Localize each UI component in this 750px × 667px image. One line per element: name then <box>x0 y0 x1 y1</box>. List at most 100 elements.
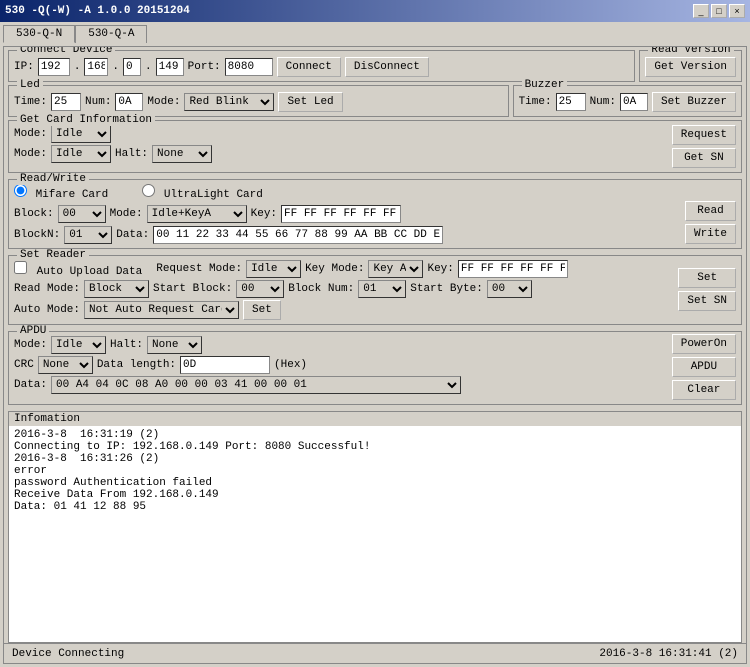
mifare-radio[interactable] <box>14 184 27 197</box>
connect-device-section: Connect Device IP: . . . Port: Connect D <box>8 50 635 82</box>
card-halt-label: Halt: <box>115 148 148 160</box>
request-mode-select[interactable]: IdleAuto <box>246 260 301 278</box>
write-button[interactable]: Write <box>685 224 736 244</box>
auto-upload-label: Auto Upload Data <box>14 261 142 278</box>
port-label: Port: <box>188 61 221 73</box>
buzzer-time-input[interactable] <box>556 93 586 111</box>
set-reader-set-button[interactable]: Set <box>678 268 736 288</box>
led-mode-label: Mode: <box>147 96 180 108</box>
clear-button[interactable]: Clear <box>672 380 736 400</box>
info-section: Infomation 2016-3-8 16:31:19 (2) Connect… <box>8 411 742 643</box>
card-halt-select[interactable]: NoneHalt <box>152 145 212 163</box>
apdu-title: APDU <box>17 325 49 337</box>
ultralight-radio[interactable] <box>142 184 155 197</box>
set-reader-key-label: Key: <box>427 263 453 275</box>
info-content: 2016-3-8 16:31:19 (2) Connecting to IP: … <box>9 426 741 642</box>
main-panel: Connect Device IP: . . . Port: Connect D <box>3 46 747 664</box>
auto-upload-checkbox[interactable] <box>14 261 27 274</box>
buzzer-section: Buzzer Time: Num: Set Buzzer <box>513 85 742 117</box>
connect-device-title: Connect Device <box>17 47 115 56</box>
apdu-halt-select[interactable]: NoneHalt <box>147 336 202 354</box>
led-num-input[interactable] <box>115 93 143 111</box>
buzzer-num-input[interactable] <box>620 93 648 111</box>
start-block-label: Start Block: <box>153 283 232 295</box>
hex-label: (Hex) <box>274 359 307 371</box>
connect-button[interactable]: Connect <box>277 57 341 77</box>
mifare-label: Mifare Card <box>36 189 109 201</box>
led-mode-select[interactable]: Red Blink Green Blink Off <box>184 93 274 111</box>
apdu-mode-label: Mode: <box>14 339 47 351</box>
key-mode-select[interactable]: Key AKey B <box>368 260 423 278</box>
ip-octet4[interactable] <box>156 58 184 76</box>
disconnect-button[interactable]: DisConnect <box>345 57 429 77</box>
rw-blockn-label: BlockN: <box>14 229 60 241</box>
get-version-button[interactable]: Get Version <box>645 57 736 77</box>
apdu-data-select[interactable]: 00 A4 04 0C 08 A0 00 00 03 41 00 00 01 <box>51 376 461 394</box>
get-card-section: Get Card Information Mode: IdleRequestAu… <box>8 120 742 173</box>
auto-mode-label: Auto Mode: <box>14 304 80 316</box>
rw-blockn-select[interactable]: 010203 <box>64 226 112 244</box>
set-reader-section: Set Reader Auto Upload Data Request Mode… <box>8 255 742 325</box>
crc-select[interactable]: NoneCRC <box>38 356 93 374</box>
rw-key-input[interactable] <box>281 205 401 223</box>
set-buzzer-button[interactable]: Set Buzzer <box>652 92 736 112</box>
ip-octet2[interactable] <box>84 58 108 76</box>
card-mode2-select[interactable]: IdleRequestAuto <box>51 145 111 163</box>
read-button[interactable]: Read <box>685 201 736 221</box>
inner-sections: Connect Device IP: . . . Port: Connect D <box>4 47 746 643</box>
read-write-title: Read/Write <box>17 173 89 185</box>
ultralight-radio-label: UltraLight Card <box>142 184 263 201</box>
ip-octet3[interactable] <box>123 58 141 76</box>
status-left: Device Connecting <box>12 648 124 660</box>
start-byte-select[interactable]: 00 <box>487 280 532 298</box>
auto-upload-text: Auto Upload Data <box>37 266 143 278</box>
card-mode1-select[interactable]: IdleRequestAuto <box>51 125 111 143</box>
auto-mode-set-button[interactable]: Set <box>243 300 281 320</box>
request-button[interactable]: Request <box>672 125 736 145</box>
set-led-button[interactable]: Set Led <box>278 92 342 112</box>
read-mode-select[interactable]: BlockSector <box>84 280 149 298</box>
block-num-select[interactable]: 0102 <box>358 280 406 298</box>
ip-dot2: . <box>112 61 119 73</box>
read-version-title: Read Version <box>648 47 733 56</box>
led-time-input[interactable] <box>51 93 81 111</box>
led-section: Led Time: Num: Mode: Red Blink Green Bli… <box>8 85 509 117</box>
minimize-button[interactable]: _ <box>693 4 709 18</box>
ip-octet1[interactable] <box>38 58 70 76</box>
apdu-button[interactable]: APDU <box>672 357 736 377</box>
ip-dot1: . <box>74 61 81 73</box>
port-input[interactable] <box>225 58 273 76</box>
set-sn-button[interactable]: Set SN <box>678 291 736 311</box>
ip-label: IP: <box>14 61 34 73</box>
read-mode-label: Read Mode: <box>14 283 80 295</box>
start-block-select[interactable]: 0001 <box>236 280 284 298</box>
buzzer-time-label: Time: <box>519 96 552 108</box>
power-on-button[interactable]: PowerOn <box>672 334 736 354</box>
tab-530-q-n[interactable]: 530-Q-N <box>3 25 75 43</box>
block-num-label: Block Num: <box>288 283 354 295</box>
data-length-input[interactable] <box>180 356 270 374</box>
rw-mode-select[interactable]: Idle+KeyAIdle+KeyBAuto+KeyA <box>147 205 247 223</box>
buzzer-title: Buzzer <box>522 79 568 91</box>
rw-data-input[interactable] <box>153 226 443 244</box>
led-num-label: Num: <box>85 96 111 108</box>
maximize-button[interactable]: □ <box>711 4 727 18</box>
window-controls: _ □ × <box>693 4 745 18</box>
info-title: Infomation <box>9 412 741 426</box>
request-mode-label: Request Mode: <box>156 263 242 275</box>
read-version-section: Read Version Get Version <box>639 50 742 82</box>
window-title: 530 -Q(-W) -A 1.0.0 20151204 <box>5 5 190 17</box>
set-reader-title: Set Reader <box>17 249 89 261</box>
tab-bar: 530-Q-N 530-Q-A <box>3 25 747 43</box>
rw-block-select[interactable]: 000102 <box>58 205 106 223</box>
apdu-mode-select[interactable]: IdleAuto <box>51 336 106 354</box>
apdu-data-label: Data: <box>14 379 47 391</box>
close-button[interactable]: × <box>729 4 745 18</box>
get-sn-button[interactable]: Get SN <box>672 148 736 168</box>
auto-mode-select[interactable]: Not Auto Request CardAuto Request Card <box>84 301 239 319</box>
tab-530-q-a[interactable]: 530-Q-A <box>75 25 147 43</box>
set-reader-key-input[interactable] <box>458 260 568 278</box>
apdu-section: APDU Mode: IdleAuto Halt: NoneHalt <box>8 331 742 405</box>
title-bar: 530 -Q(-W) -A 1.0.0 20151204 _ □ × <box>0 0 750 22</box>
start-byte-label: Start Byte: <box>410 283 483 295</box>
